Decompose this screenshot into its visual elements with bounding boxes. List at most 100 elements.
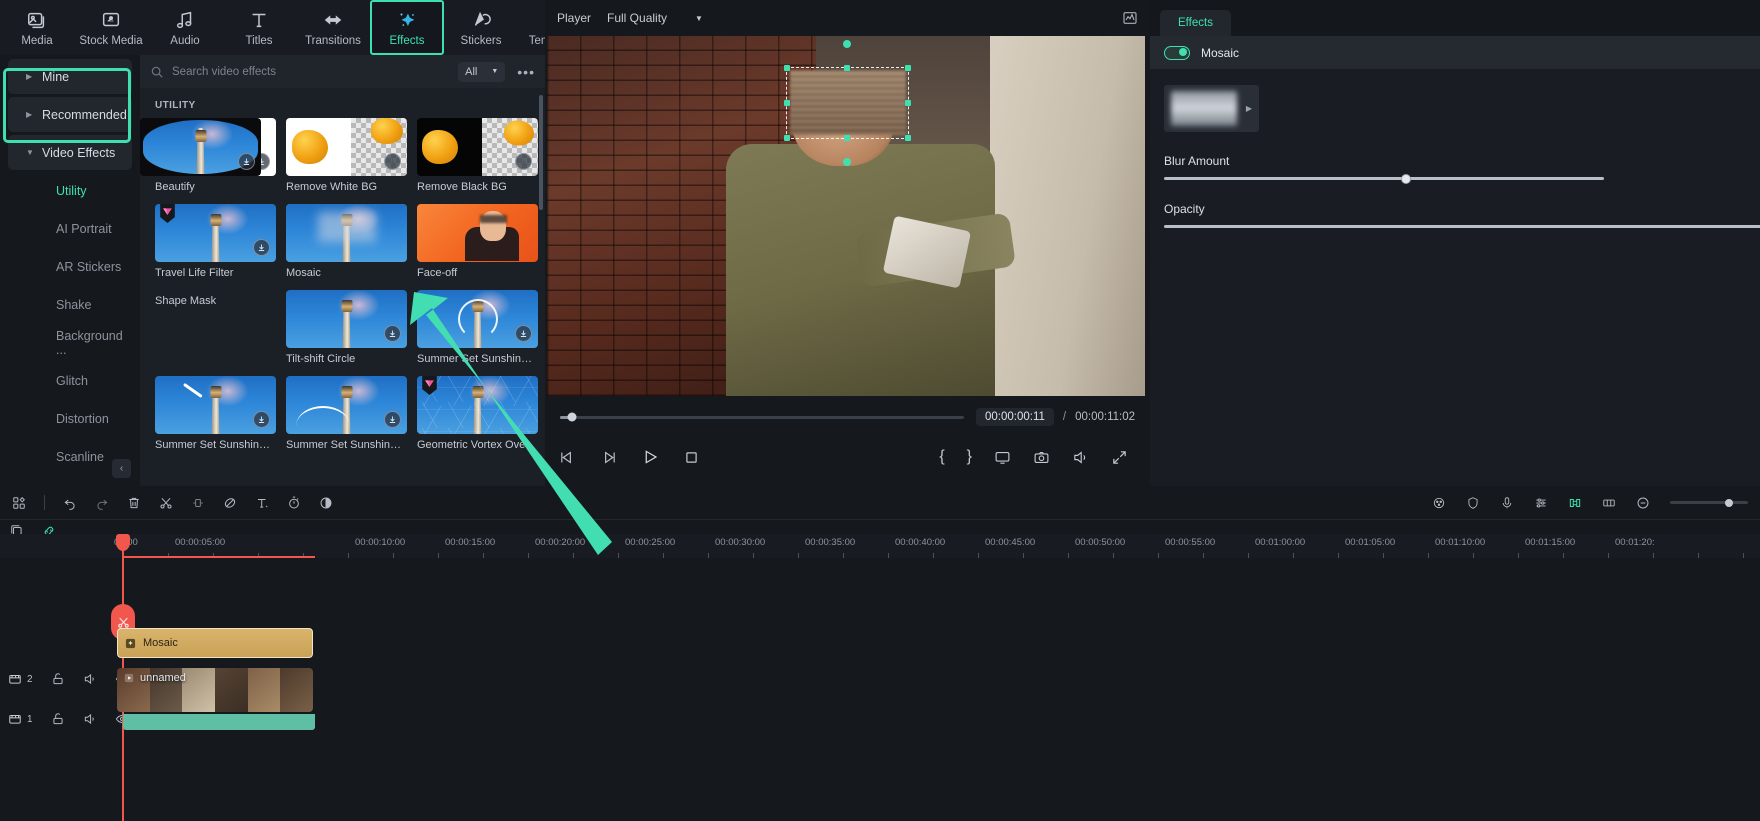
download-icon[interactable] (253, 411, 270, 428)
minus-circle-icon[interactable] (1636, 496, 1650, 510)
effect-card-mosaic[interactable]: Mosaic (286, 204, 407, 279)
stopwatch-icon[interactable] (287, 496, 301, 510)
speaker-icon[interactable] (83, 712, 97, 726)
resize-handle-ml[interactable] (784, 99, 791, 106)
resize-handle-bl[interactable] (784, 134, 791, 141)
toolbar-tab-transitions[interactable]: Transitions (296, 0, 370, 55)
timeline-clip-audio-waveform[interactable] (123, 714, 315, 730)
category-video-effects[interactable]: ▼ Video Effects (8, 135, 132, 170)
text-t-icon[interactable] (255, 496, 269, 510)
download-icon[interactable] (253, 239, 270, 256)
redo-icon[interactable] (95, 496, 109, 510)
download-icon[interactable] (384, 153, 401, 170)
zoom-slider[interactable] (1670, 498, 1748, 507)
seek-slider[interactable] (560, 412, 964, 422)
blur-amount-knob[interactable] (1401, 173, 1411, 184)
category-recommended[interactable]: ▶ Recommended (8, 97, 132, 132)
circle-half-icon[interactable] (319, 496, 333, 510)
volume-button[interactable] (1072, 448, 1089, 466)
effect-card-summer-set-sunshine-2[interactable]: Summer Set Sunshine ... (155, 376, 276, 451)
next-frame-button[interactable] (600, 448, 617, 466)
category-distortion[interactable]: Distortion (8, 401, 132, 436)
fit-timeline-icon[interactable] (1602, 496, 1616, 510)
speaker-icon[interactable] (83, 672, 97, 686)
browser-scrollbar[interactable] (539, 95, 543, 210)
snapshot-button[interactable] (1033, 448, 1050, 466)
resize-handle-br[interactable] (904, 134, 911, 141)
effect-card-geometric-vortex[interactable]: Geometric Vortex Ove... (417, 376, 538, 451)
download-icon[interactable] (515, 325, 532, 342)
unlock-icon[interactable] (51, 672, 65, 686)
resize-handle-mr[interactable] (904, 99, 911, 106)
download-icon[interactable] (238, 153, 255, 170)
timeline-clip-effect[interactable]: Mosaic (117, 628, 313, 658)
effect-card-face-off[interactable]: Face-off (417, 204, 538, 279)
unlock-icon[interactable] (51, 712, 65, 726)
waveform-icon[interactable] (1122, 10, 1138, 26)
download-icon[interactable] (384, 325, 401, 342)
blur-amount-slider[interactable] (1164, 173, 1604, 184)
resize-handle-tr[interactable] (904, 64, 911, 71)
search-input[interactable]: Search video effects (172, 66, 458, 78)
zoom-slider-knob[interactable] (1725, 498, 1734, 507)
effect-card-remove-black-bg[interactable]: Remove Black BG (417, 118, 538, 193)
timeline-ruler[interactable]: 00:00 00:00:05:00 00:00:10:00 00:00:15:0… (0, 534, 1760, 558)
scissors-icon[interactable] (159, 496, 173, 510)
toolbar-tab-media[interactable]: Media (0, 0, 74, 55)
category-mine[interactable]: ▶ Mine (8, 59, 132, 94)
filter-dropdown[interactable]: All ▼ (458, 61, 506, 82)
category-utility[interactable]: Utility (8, 173, 132, 208)
effect-card-remove-white-bg[interactable]: Remove White BG (286, 118, 407, 193)
trash-icon[interactable] (127, 496, 141, 510)
effect-card-tilt-shift-circle[interactable]: Tilt-shift Circle (286, 290, 407, 365)
shield-icon[interactable] (1466, 496, 1480, 510)
stop-button[interactable] (683, 448, 700, 466)
resize-handle-tc[interactable] (844, 64, 851, 71)
effect-card-summer-set-sunshine-3[interactable]: Summer Set Sunshine ... (286, 376, 407, 451)
play-button[interactable] (641, 448, 659, 466)
mark-out-button[interactable]: } (967, 448, 972, 466)
toolbar-tab-stock-media[interactable]: Stock Media (74, 0, 148, 55)
opacity-slider[interactable] (1164, 225, 1760, 228)
gear-dots-icon[interactable] (1432, 496, 1446, 510)
resize-handle-tl[interactable] (784, 64, 791, 71)
seek-knob[interactable] (567, 412, 577, 422)
toolbar-tab-effects[interactable]: Effects (370, 0, 444, 55)
category-ai-portrait[interactable]: AI Portrait (8, 211, 132, 246)
prev-frame-button[interactable] (559, 448, 576, 466)
mark-in-button[interactable]: { (939, 448, 944, 466)
effect-card-summer-set-sunshine-1[interactable]: Summer Set Sunshine ... (417, 290, 538, 365)
effect-selection-box[interactable] (784, 39, 911, 166)
crop-icon[interactable] (191, 496, 205, 510)
preset-selector[interactable]: ▶ (1164, 85, 1259, 132)
grid-layout-icon[interactable] (12, 496, 26, 510)
effect-card-travel-life-filter[interactable]: Travel Life Filter (155, 204, 276, 279)
current-timecode[interactable]: 00:00:00:11 (975, 408, 1054, 426)
mixer-icon[interactable] (1534, 496, 1548, 510)
category-glitch[interactable]: Glitch (8, 363, 132, 398)
effect-toggle-switch[interactable] (1164, 45, 1190, 60)
tab-effects[interactable]: Effects (1160, 10, 1231, 36)
fullscreen-button[interactable] (1111, 448, 1128, 466)
quality-dropdown[interactable]: Full Quality ▼ (607, 11, 703, 25)
resize-handle-bc[interactable] (844, 134, 851, 141)
download-icon[interactable] (384, 411, 401, 428)
more-options-button[interactable]: ••• (517, 64, 535, 80)
playhead-handle[interactable] (116, 534, 130, 551)
video-preview[interactable] (547, 36, 1145, 396)
toolbar-tab-titles[interactable]: Titles (222, 0, 296, 55)
download-icon[interactable] (515, 153, 532, 170)
undo-icon[interactable] (63, 496, 77, 510)
category-shake[interactable]: Shake (8, 287, 132, 322)
microphone-icon[interactable] (1500, 496, 1514, 510)
effect-card-shape-mask[interactable]: Shape Mask (140, 118, 276, 365)
no-color-icon[interactable] (223, 496, 237, 510)
toolbar-tab-audio[interactable]: Audio (148, 0, 222, 55)
category-ar-stickers[interactable]: AR Stickers (8, 249, 132, 284)
toolbar-tab-stickers[interactable]: Stickers (444, 0, 518, 55)
marker-icon[interactable] (1568, 496, 1582, 510)
category-background[interactable]: Background ... (8, 325, 132, 360)
timeline-clip-video[interactable]: unnamed (117, 668, 313, 712)
sidebar-collapse-button[interactable]: ‹ (112, 459, 131, 478)
pop-out-button[interactable] (994, 448, 1011, 466)
